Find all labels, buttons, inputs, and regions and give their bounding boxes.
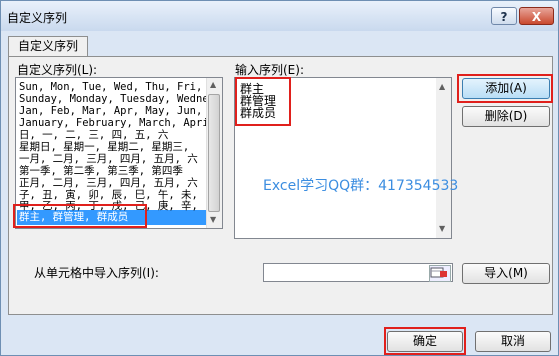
highlight-box-ok-button: [384, 327, 466, 355]
import-range-input[interactable]: [263, 263, 453, 282]
dialog-title: 自定义序列: [7, 11, 68, 25]
highlight-box-entries: [235, 77, 291, 126]
input-list-label: 输入序列(E):: [235, 63, 304, 77]
entries-scrollbar[interactable]: ▲ ▼: [436, 78, 451, 238]
scroll-thumb[interactable]: [208, 94, 220, 212]
import-from-cells-label: 从单元格中导入序列(I):: [34, 266, 159, 280]
list-scrollbar[interactable]: ▲ ▼: [206, 78, 222, 228]
scroll-up-arrow-icon[interactable]: ▲: [439, 82, 445, 91]
custom-lists-label: 自定义序列(L):: [17, 63, 98, 77]
scroll-down-arrow-icon[interactable]: ▼: [210, 215, 216, 224]
custom-lists-dialog: 自定义序列 ? X 自定义序列 自定义序列(L): Sun, Mon, Tue,…: [0, 0, 559, 356]
watermark-text: Excel学习QQ群：417354533: [263, 178, 459, 194]
cancel-button[interactable]: 取消: [475, 331, 551, 352]
delete-button[interactable]: 删除(D): [462, 106, 550, 127]
highlight-box-add-button: [457, 74, 553, 103]
scroll-down-arrow-icon[interactable]: ▼: [439, 224, 445, 233]
close-button[interactable]: X: [519, 7, 554, 25]
import-button[interactable]: 导入(M): [462, 263, 550, 284]
highlight-box-selected-item: [13, 204, 147, 228]
tab-custom-lists[interactable]: 自定义序列: [8, 36, 88, 57]
range-picker-icon[interactable]: [429, 265, 451, 282]
title-bar: 自定义序列 ? X: [1, 1, 558, 31]
help-button[interactable]: ?: [491, 7, 517, 25]
scroll-up-arrow-icon[interactable]: ▲: [210, 80, 216, 89]
